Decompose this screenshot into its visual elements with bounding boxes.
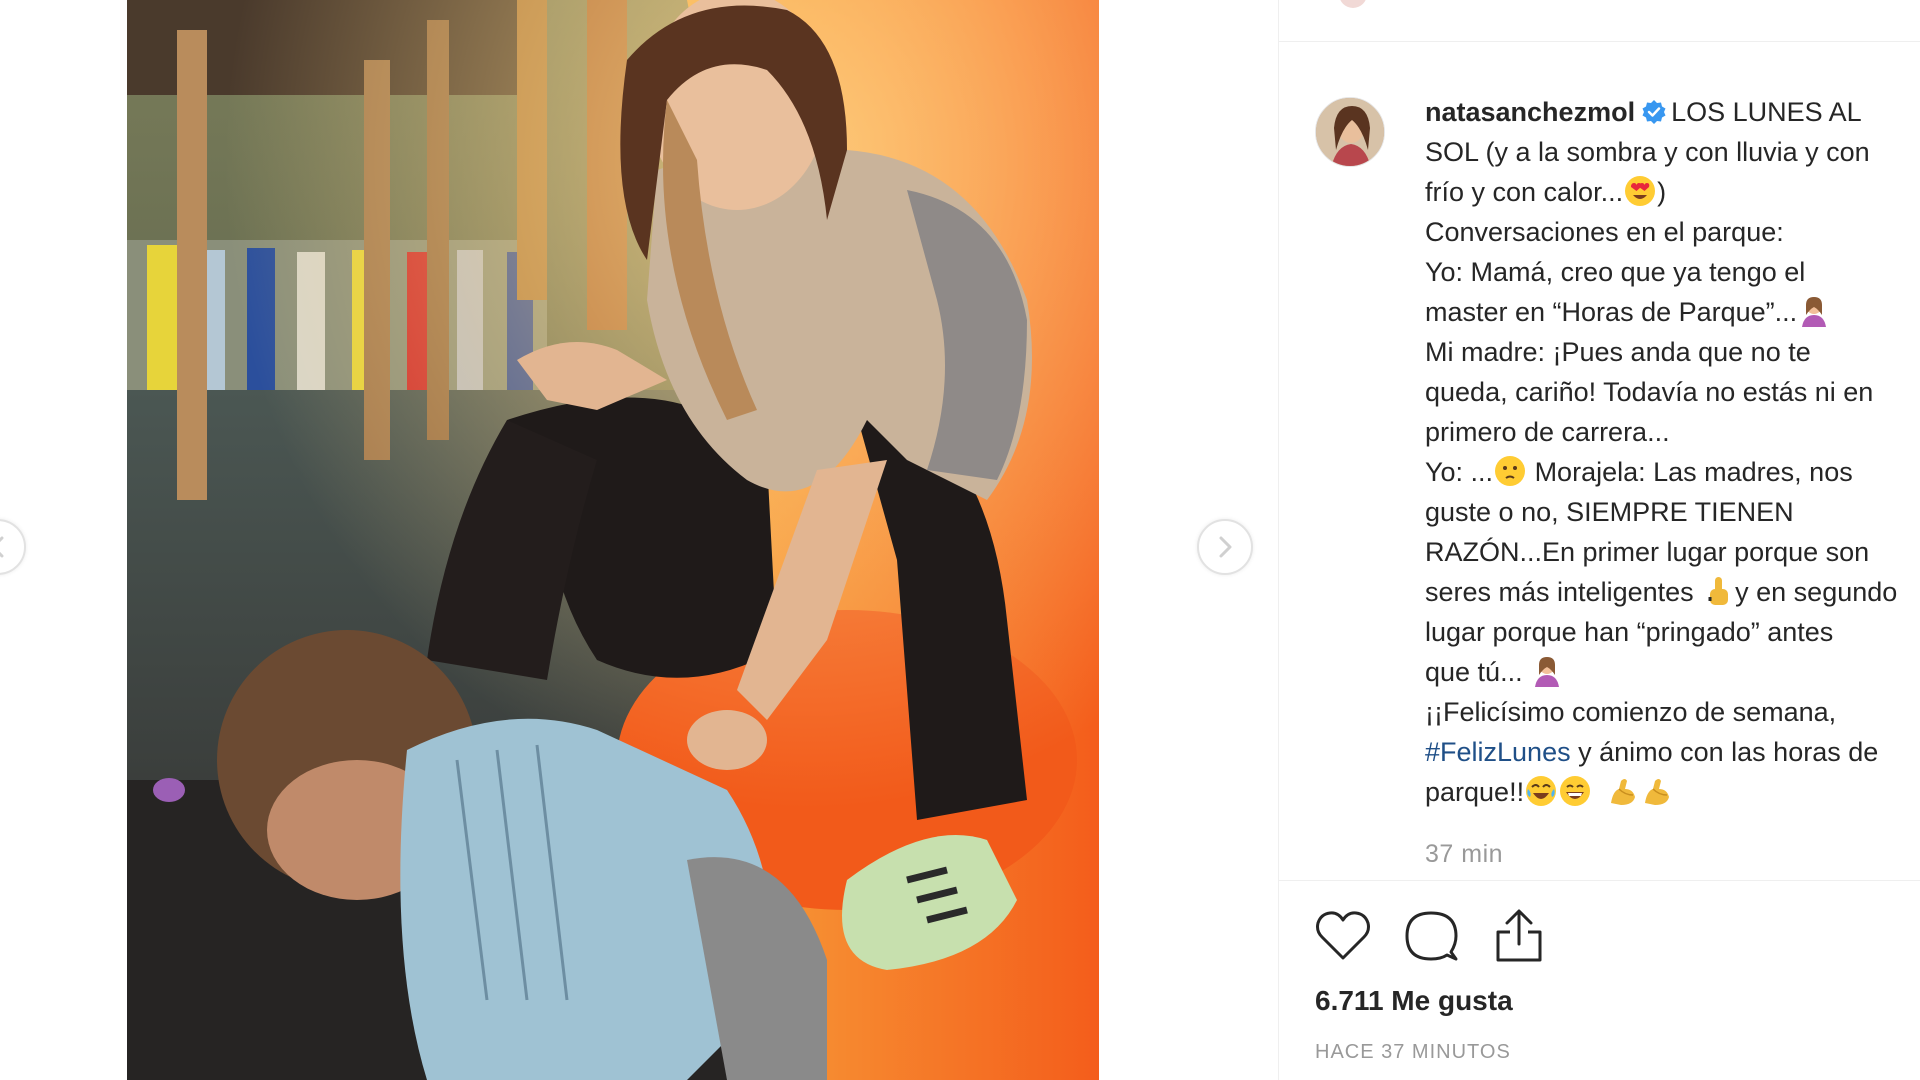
caption-text: queda, cariño! Todavía no estás ni en — [1425, 377, 1874, 407]
grinning-sweat-emoji-icon — [1560, 776, 1591, 806]
comment-button[interactable] — [1403, 908, 1459, 964]
comments-section[interactable]: natasanchezmol LOS LUNES AL SOL (y a la … — [1279, 42, 1920, 880]
caption-text: frío y con calor... — [1425, 177, 1624, 207]
chevron-right-icon — [1219, 536, 1232, 558]
post-side-panel: natasanchezmol LOS LUNES AL SOL (y a la … — [1278, 0, 1920, 1080]
verified-badge-icon — [1642, 100, 1666, 124]
post-photo-image — [127, 0, 1099, 1080]
caption-text: RAZÓN...En primer lugar porque son — [1425, 537, 1870, 567]
caption-text: seres más inteligentes — [1425, 577, 1702, 607]
post-caption: natasanchezmol LOS LUNES AL SOL (y a la … — [1425, 92, 1920, 812]
caption-text: ¡¡Felicísimo comienzo de semana, — [1425, 697, 1837, 727]
like-button[interactable] — [1315, 908, 1371, 964]
caption-text: Yo: Mamá, creo que ya tengo el — [1425, 257, 1806, 287]
flexed-biceps-emoji-icon — [1645, 779, 1670, 805]
hashtag-link[interactable]: #FelizLunes — [1425, 737, 1571, 767]
caption-text: parque!! — [1425, 777, 1525, 807]
carousel-prev-button[interactable] — [0, 519, 26, 575]
caption-text: lugar porque han “pringado” antes — [1425, 617, 1834, 647]
instagram-post-view: natasanchezmol LOS LUNES AL SOL (y a la … — [0, 0, 1920, 1080]
flexed-biceps-emoji-icon — [1611, 779, 1636, 805]
woman-shrugging-emoji-icon — [1802, 297, 1827, 327]
caption-text: Yo: ... — [1425, 457, 1494, 487]
caption-text: SOL (y a la sombra y con lluvia y con — [1425, 137, 1870, 167]
actions-divider — [1279, 880, 1920, 881]
caption-text: guste o no, SIEMPRE TIENEN — [1425, 497, 1794, 527]
post-timestamp: HACE 37 MINUTOS — [1315, 1041, 1511, 1063]
caption-text: master en “Horas de Parque”... — [1425, 297, 1798, 327]
post-actions — [1315, 908, 1547, 968]
caption-text: y ánimo con las horas de — [1570, 737, 1879, 767]
comment-icon — [1405, 911, 1458, 961]
caption-text: LOS LUNES AL — [1671, 97, 1862, 127]
caption-text: que tú... — [1425, 657, 1531, 687]
heart-icon — [1316, 911, 1370, 960]
likes-count[interactable]: 6.711 Me gusta — [1315, 985, 1513, 1017]
tears-of-joy-emoji-icon — [1526, 776, 1557, 806]
share-icon — [1496, 909, 1542, 962]
post-photo[interactable] — [127, 0, 1099, 1080]
avatar-image — [1316, 98, 1384, 166]
carousel-next-button[interactable] — [1197, 519, 1253, 575]
caption-time: 37 min — [1425, 840, 1504, 868]
caption-text: ) — [1657, 177, 1667, 207]
header-avatar[interactable] — [1339, 0, 1367, 8]
chevron-left-icon — [0, 536, 4, 558]
share-button[interactable] — [1491, 908, 1547, 964]
worried-face-emoji-icon — [1495, 456, 1526, 486]
caption-text: Morajela: Las madres, nos — [1527, 457, 1853, 487]
author-avatar[interactable] — [1315, 97, 1385, 167]
caption-text: primero de carrera... — [1425, 417, 1670, 447]
pointing-up-emoji-icon — [1708, 577, 1729, 605]
heart-eyes-emoji-icon — [1625, 176, 1656, 206]
caption-text: Conversaciones en el parque: — [1425, 217, 1784, 247]
caption-text: y en segundo — [1735, 577, 1898, 607]
caption-text: Mi madre: ¡Pues anda que no te — [1425, 337, 1811, 367]
woman-raising-hand-emoji-icon — [1535, 657, 1560, 687]
author-username[interactable]: natasanchezmol — [1425, 97, 1635, 127]
